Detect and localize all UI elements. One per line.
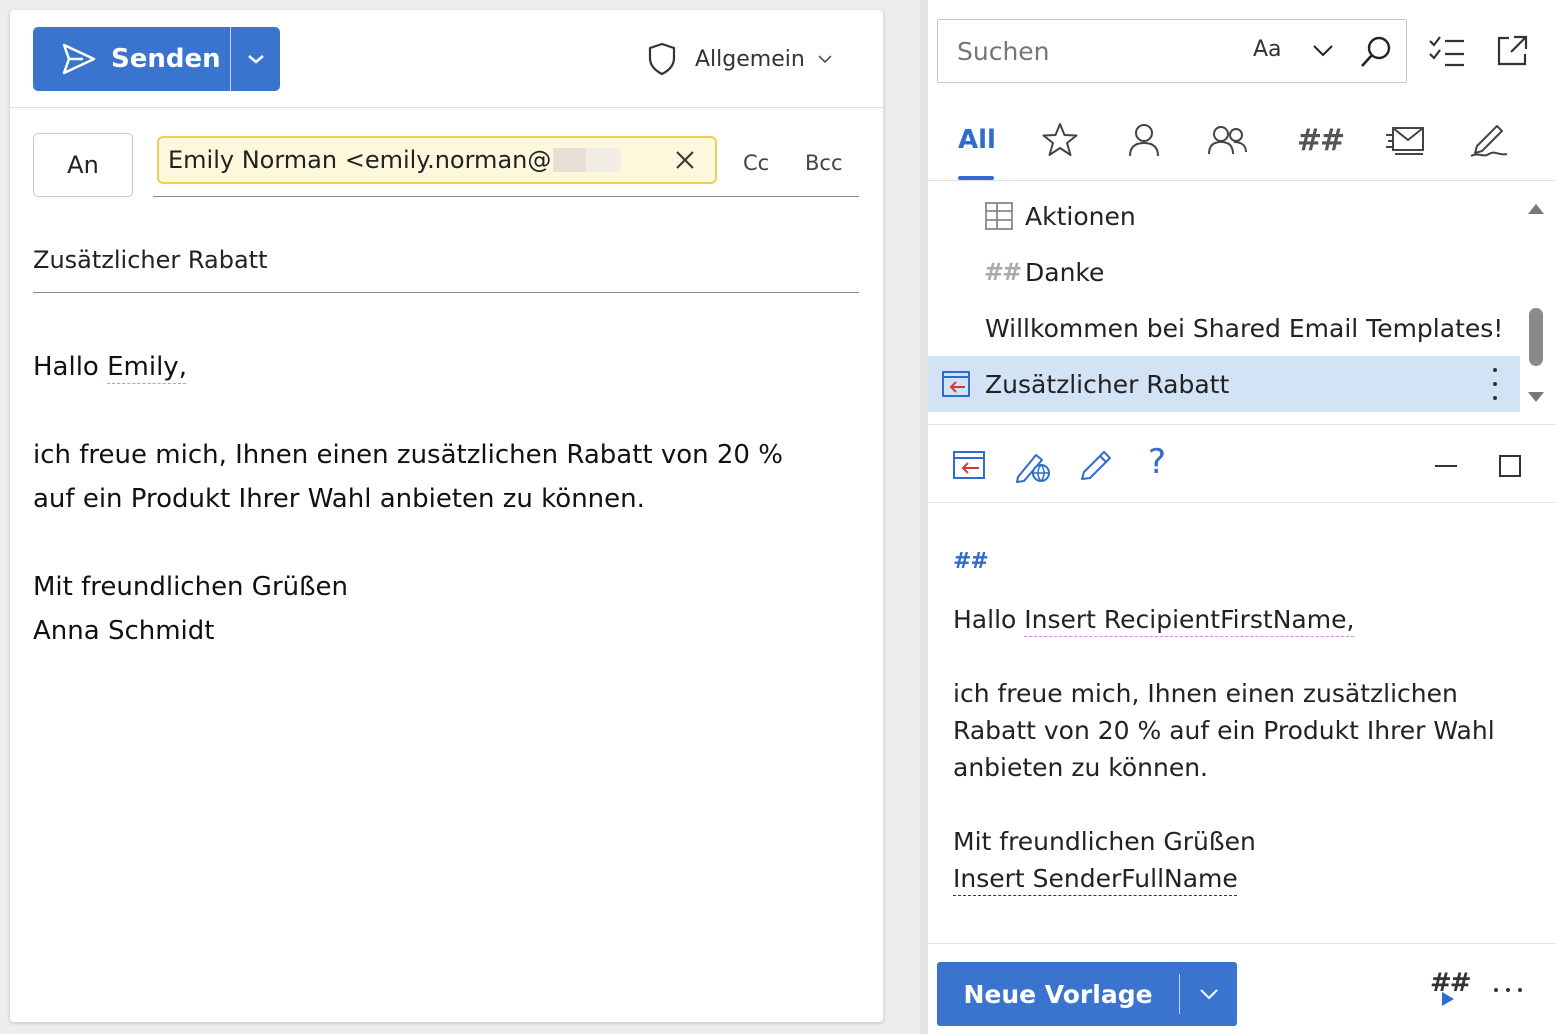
template-preview: ## Hallo Insert RecipientFirstName, ich … bbox=[953, 545, 1523, 897]
search-box: Aa bbox=[937, 19, 1407, 83]
category-tabs: All ## bbox=[928, 100, 1555, 181]
tab-personal[interactable] bbox=[1119, 118, 1169, 162]
tab-signatures[interactable] bbox=[1464, 118, 1514, 162]
tab-active-indicator bbox=[958, 176, 994, 180]
body-line-2: auf ein Produkt Ihrer Wahl anbieten zu k… bbox=[33, 484, 645, 514]
body-greeting: Hallo Emily, bbox=[33, 345, 833, 389]
cc-button[interactable]: Cc bbox=[743, 151, 769, 175]
send-label: Senden bbox=[111, 44, 221, 74]
list-item[interactable]: Aktionen bbox=[928, 188, 1520, 244]
preview-line-2: Rabatt von 20 % auf ein Produkt Ihrer Wa… bbox=[953, 716, 1495, 745]
preview-line-3: anbieten zu können. bbox=[953, 753, 1208, 782]
send-button[interactable]: Senden bbox=[33, 27, 230, 91]
chevron-down-icon bbox=[1199, 989, 1218, 1000]
send-split-button: Senden bbox=[33, 27, 280, 91]
insert-template-icon[interactable] bbox=[952, 449, 986, 481]
remove-recipient-icon[interactable] bbox=[673, 148, 697, 172]
chevron-down-icon bbox=[247, 55, 264, 64]
hashtag-icon: ## bbox=[1296, 122, 1345, 158]
scrollbar-thumb[interactable] bbox=[1529, 308, 1543, 366]
search-input[interactable] bbox=[938, 36, 1238, 66]
sensitivity-label: Allgemein bbox=[695, 46, 805, 72]
preview-line-1: ich freue mich, Ihnen einen zusätzlichen bbox=[953, 679, 1458, 708]
message-body[interactable]: Hallo Emily, ich freue mich, Ihnen einen… bbox=[33, 345, 833, 653]
template-list: Aktionen ## Danke Willkommen bei Shared … bbox=[928, 188, 1528, 414]
mail-stack-icon bbox=[1386, 127, 1424, 155]
list-item-label: Willkommen bei Shared Email Templates! bbox=[985, 313, 1504, 343]
greeting-name: Emily, bbox=[107, 352, 187, 382]
more-icon[interactable] bbox=[1494, 988, 1522, 992]
tab-mail[interactable] bbox=[1380, 118, 1430, 162]
maximize-icon[interactable] bbox=[1499, 455, 1521, 477]
minimize-icon[interactable] bbox=[1435, 465, 1457, 467]
people-icon bbox=[1208, 126, 1247, 155]
chevron-down-icon bbox=[818, 55, 832, 64]
more-options-icon[interactable] bbox=[1492, 368, 1498, 400]
list-item[interactable]: Willkommen bei Shared Email Templates! bbox=[928, 300, 1520, 356]
recipient-macro[interactable]: Insert RecipientFirstName, bbox=[1024, 605, 1354, 634]
send-icon bbox=[62, 43, 96, 75]
edit-online-icon[interactable] bbox=[1014, 449, 1052, 483]
scroll-up-arrow[interactable] bbox=[1526, 200, 1546, 216]
preview-toolbar: ? bbox=[928, 424, 1555, 503]
subject-input[interactable]: Zusätzlicher Rabatt bbox=[33, 237, 859, 293]
tab-hashtags[interactable]: ## bbox=[1295, 118, 1345, 162]
list-item-label: Danke bbox=[1025, 257, 1105, 287]
tab-all[interactable]: All bbox=[952, 118, 1002, 162]
pane-footer: Neue Vorlage ## bbox=[928, 943, 1555, 1034]
preview-closing: Mit freundlichen Grüßen bbox=[953, 827, 1256, 856]
pencil-icon[interactable] bbox=[1078, 449, 1114, 483]
bcc-button[interactable]: Bcc bbox=[805, 151, 843, 175]
preview-greeting: Hallo Insert RecipientFirstName, bbox=[953, 601, 1523, 638]
new-template-button[interactable]: Neue Vorlage bbox=[937, 980, 1179, 1009]
preview-hashtag[interactable]: ## bbox=[953, 545, 1523, 579]
table-icon bbox=[985, 202, 1013, 230]
match-case-button[interactable]: Aa bbox=[1253, 37, 1282, 62]
search-icon[interactable] bbox=[1358, 34, 1394, 70]
open-external-icon[interactable] bbox=[1495, 34, 1529, 68]
new-template-split-button: Neue Vorlage bbox=[937, 962, 1237, 1026]
play-icon bbox=[1442, 992, 1454, 1006]
list-item-selected[interactable]: Zusätzlicher Rabatt bbox=[928, 356, 1520, 412]
signature-pen-icon bbox=[1470, 125, 1508, 157]
body-line-1: ich freue mich, Ihnen einen zusätzlichen… bbox=[33, 440, 783, 470]
shield-icon bbox=[648, 42, 676, 76]
sensitivity-selector[interactable]: Allgemein bbox=[647, 42, 833, 76]
recipient-chip-label: Emily Norman <emily.norman@ bbox=[168, 146, 552, 174]
greeting-prefix: Hallo bbox=[33, 352, 108, 382]
body-signature: Anna Schmidt bbox=[33, 616, 215, 646]
templates-pane: Aa All ## bbox=[920, 0, 1555, 1034]
help-icon[interactable]: ? bbox=[1148, 442, 1166, 482]
person-icon bbox=[1129, 124, 1159, 157]
insert-template-icon bbox=[942, 371, 970, 397]
recipient-chip[interactable]: Emily Norman <emily.norman@ bbox=[157, 136, 717, 184]
compose-toolbar: Senden Allgemein bbox=[10, 10, 883, 108]
compose-pane: Senden Allgemein An Emily Norman <emily.… bbox=[10, 10, 883, 1022]
star-icon bbox=[1042, 123, 1078, 156]
send-options-button[interactable] bbox=[231, 27, 280, 91]
sender-macro[interactable]: Insert SenderFullName bbox=[953, 864, 1238, 893]
scroll-down-arrow[interactable] bbox=[1526, 390, 1546, 406]
redacted-domain bbox=[553, 148, 622, 172]
to-button[interactable]: An bbox=[33, 133, 133, 197]
checklist-icon[interactable] bbox=[1428, 34, 1466, 68]
list-item-label: Aktionen bbox=[1025, 201, 1136, 231]
to-field[interactable]: Emily Norman <emily.norman@ Cc Bcc bbox=[153, 133, 859, 197]
tab-all-label: All bbox=[958, 125, 996, 155]
preview-greeting-prefix: Hallo bbox=[953, 605, 1025, 634]
body-closing: Mit freundlichen Grüßen bbox=[33, 572, 348, 602]
list-item[interactable]: ## Danke bbox=[928, 244, 1520, 300]
tab-favorites[interactable] bbox=[1035, 118, 1085, 162]
list-item-label: Zusätzlicher Rabatt bbox=[985, 369, 1230, 399]
chevron-down-icon[interactable] bbox=[1311, 40, 1335, 60]
hashtag-icon: ## bbox=[984, 258, 1022, 286]
new-template-options-button[interactable] bbox=[1180, 987, 1237, 1001]
tab-shared[interactable] bbox=[1203, 118, 1253, 162]
